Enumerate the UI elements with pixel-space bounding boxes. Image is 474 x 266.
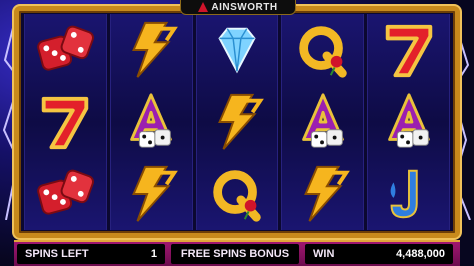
purple-a-dice-icon — [387, 93, 430, 148]
status-bar: SPINS LEFT 1 FREE SPINS BONUS WIN 4,488,… — [14, 240, 460, 266]
reels-area — [24, 14, 450, 230]
gold-q-rose-icon — [213, 170, 261, 222]
diamond-icon — [218, 27, 256, 74]
symbol-red-dice — [25, 158, 106, 230]
red-dice-icon — [37, 169, 95, 215]
brand-logo: AINSWORTH — [180, 0, 296, 15]
bonus-panel: FREE SPINS BONUS — [171, 244, 299, 264]
red-seven-icon — [42, 96, 89, 150]
symbol-red-seven — [25, 86, 106, 158]
symbol-diamond — [197, 14, 278, 86]
reel-1 — [24, 14, 107, 230]
symbol-red-seven — [368, 14, 449, 86]
lightning-bolt-icon — [303, 165, 350, 222]
reel-2 — [109, 14, 193, 230]
win-label: WIN — [313, 248, 335, 260]
logo-text: AINSWORTH — [211, 1, 278, 13]
symbol-lightning-bolt — [111, 14, 192, 86]
symbol-gold-q-rose — [197, 158, 278, 230]
win-panel: WIN 4,488,000 — [305, 244, 453, 264]
symbol-purple-a-dice — [282, 86, 363, 158]
symbol-lightning-bolt — [197, 86, 278, 158]
ainsworth-logo-icon — [198, 2, 209, 12]
reel-3 — [195, 14, 279, 230]
win-value: 4,488,000 — [396, 248, 445, 260]
symbol-blue-j-fleur — [368, 158, 449, 230]
symbol-gold-q-rose — [282, 14, 363, 86]
symbol-red-dice — [25, 14, 106, 86]
red-dice-icon — [37, 25, 95, 71]
red-seven-icon — [385, 24, 432, 78]
spins-left-value: 1 — [150, 248, 157, 260]
reel-frame — [14, 6, 460, 238]
purple-a-dice-icon — [301, 93, 344, 148]
free-spins-bonus-label: FREE SPINS BONUS — [180, 248, 290, 260]
reel-4 — [281, 14, 365, 230]
symbol-purple-a-dice — [111, 86, 192, 158]
spins-left-label: SPINS LEFT — [25, 248, 89, 260]
symbol-lightning-bolt — [282, 158, 363, 230]
reel-5 — [367, 14, 450, 230]
symbol-lightning-bolt — [111, 158, 192, 230]
purple-a-dice-icon — [130, 93, 173, 148]
lightning-bolt-icon — [132, 21, 179, 78]
spins-left-panel: SPINS LEFT 1 — [17, 244, 165, 264]
symbol-purple-a-dice — [368, 86, 449, 158]
gold-q-rose-icon — [299, 26, 347, 78]
lightning-bolt-icon — [218, 93, 264, 150]
lightning-bolt-icon — [132, 165, 179, 222]
blue-j-fleur-icon — [390, 169, 418, 219]
